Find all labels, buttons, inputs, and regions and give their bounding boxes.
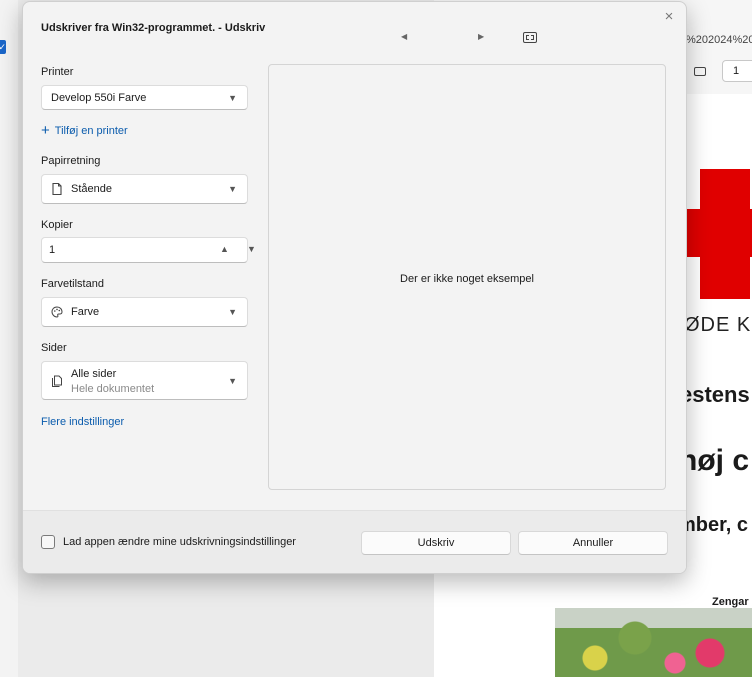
- previous-page-icon[interactable]: ◀: [401, 32, 407, 41]
- fit-width-icon[interactable]: [694, 67, 706, 76]
- app-settings-checkbox-label[interactable]: Lad appen ændre mine udskrivningsindstil…: [63, 536, 296, 548]
- pages-label: Sider: [41, 342, 67, 354]
- pages-value: Alle sider: [71, 368, 117, 380]
- doc-heading-1: estens: [680, 382, 750, 407]
- red-cross-logo-horizontal: [686, 209, 752, 257]
- color-mode-label: Farvetilstand: [41, 278, 104, 290]
- background-left-strip: ✓: [0, 0, 18, 677]
- app-settings-checkbox[interactable]: [41, 535, 55, 549]
- next-page-icon[interactable]: ▶: [478, 32, 484, 41]
- plus-icon: +: [41, 122, 50, 139]
- orientation-value: Stående: [71, 183, 112, 195]
- pages-icon: [52, 375, 62, 387]
- pages-sub-value: Hele dokumentet: [71, 383, 155, 395]
- print-dialog: Udskriver fra Win32-programmet. - Udskri…: [22, 1, 687, 574]
- color-mode-select[interactable]: Farve ▼: [41, 297, 248, 327]
- doc-heading-2: nøj c: [679, 444, 750, 477]
- print-button[interactable]: Udskriv: [361, 531, 511, 555]
- chevron-up-icon[interactable]: ▲: [220, 244, 229, 254]
- orientation-select[interactable]: Stående ▼: [41, 174, 248, 204]
- background-page-number-input[interactable]: 1: [722, 60, 752, 82]
- fullscreen-preview-icon[interactable]: [523, 32, 537, 43]
- pages-select[interactable]: Alle sider Hele dokumentet ▼: [41, 361, 248, 400]
- chevron-down-icon: ▼: [228, 92, 237, 103]
- color-mode-value: Farve: [71, 306, 100, 318]
- close-icon[interactable]: ×: [657, 6, 681, 28]
- page-icon: [52, 182, 62, 196]
- doc-heading-3: mber, c: [678, 514, 749, 536]
- no-preview-message: Der er ikke noget eksempel: [400, 273, 534, 285]
- palette-icon: [51, 306, 63, 318]
- orientation-label: Papirretning: [41, 155, 101, 167]
- chevron-down-icon: ▼: [228, 375, 237, 386]
- copies-label: Kopier: [41, 219, 73, 231]
- dialog-title: Udskriver fra Win32-programmet. - Udskri…: [41, 22, 266, 34]
- add-printer-link[interactable]: + Tilføj en printer: [41, 122, 128, 139]
- copies-stepper[interactable]: 1 ▲ ▼: [41, 237, 256, 263]
- background-address-text: %202024%20: [686, 34, 752, 46]
- doc-garden-photo: [555, 608, 752, 677]
- printer-select[interactable]: Develop 550i Farve ▼: [41, 85, 248, 110]
- doc-photo-caption: Zengar: [712, 596, 749, 608]
- dialog-footer: Lad appen ændre mine udskrivningsindstil…: [23, 510, 686, 573]
- chevron-down-icon: ▼: [228, 307, 237, 317]
- doc-organization-name: ØDE KO: [684, 314, 752, 336]
- printer-value: Develop 550i Farve: [51, 91, 147, 104]
- copies-value[interactable]: 1: [49, 244, 55, 256]
- chevron-down-icon: ▼: [228, 184, 237, 194]
- cancel-button[interactable]: Annuller: [518, 531, 668, 555]
- chevron-down-icon[interactable]: ▼: [247, 244, 256, 254]
- add-printer-label: Tilføj en printer: [54, 125, 128, 137]
- print-preview-pane: Der er ikke noget eksempel: [268, 64, 666, 490]
- printer-label: Printer: [41, 66, 74, 78]
- more-settings-link[interactable]: Flere indstillinger: [41, 416, 124, 428]
- background-checkbox: ✓: [0, 40, 6, 54]
